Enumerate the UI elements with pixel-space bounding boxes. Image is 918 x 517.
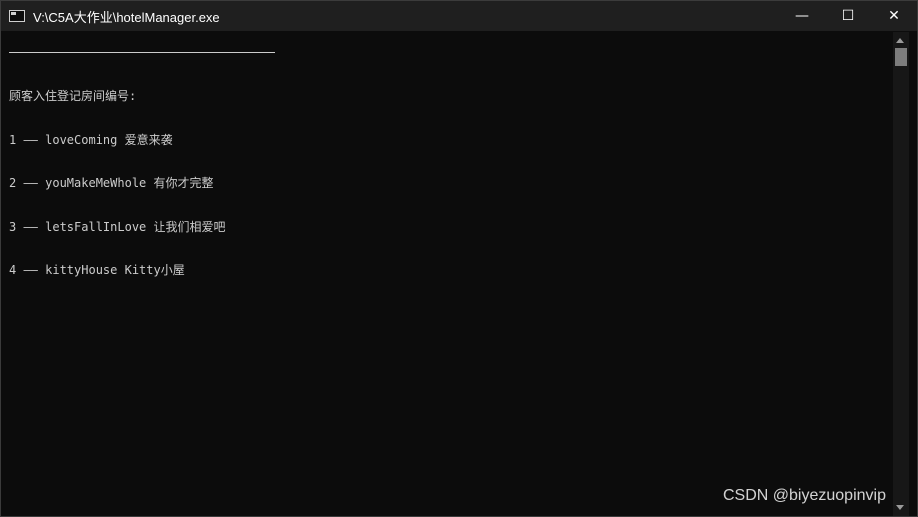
console-lines: 顾客入住登记房间编号: 1 —— loveComing 爱意来袭 2 —— yo… bbox=[9, 60, 226, 307]
maximize-button[interactable]: ☐ bbox=[825, 1, 871, 31]
console-line: 3 —— letsFallInLove 让我们相爱吧 bbox=[9, 219, 226, 234]
console-output[interactable]: 顾客入住登记房间编号: 1 —— loveComing 爱意来袭 2 —— yo… bbox=[1, 32, 893, 516]
title-bar[interactable]: V:\C5A大作业\hotelManager.exe — ☐ ✕ bbox=[1, 1, 917, 31]
window-title: V:\C5A大作业\hotelManager.exe bbox=[33, 9, 220, 25]
vertical-scrollbar[interactable] bbox=[893, 32, 909, 516]
watermark-text: CSDN @biyezuopinvip bbox=[723, 487, 886, 504]
scroll-down-icon[interactable] bbox=[896, 505, 904, 510]
console-line: 4 —— kittyHouse Kitty小屋 bbox=[9, 263, 185, 277]
console-line: 1 —— loveComing 爱意来袭 bbox=[9, 132, 173, 147]
console-line: 顾客入住登记房间编号: bbox=[9, 89, 137, 103]
window-controls: — ☐ ✕ bbox=[779, 1, 917, 31]
minimize-button[interactable]: — bbox=[779, 1, 825, 31]
close-button[interactable]: ✕ bbox=[871, 1, 917, 31]
scroll-up-icon[interactable] bbox=[896, 38, 904, 43]
console-line: 2 —— youMakeMeWhole 有你才完整 bbox=[9, 176, 214, 190]
separator-line bbox=[9, 52, 275, 53]
console-app-icon bbox=[9, 10, 25, 22]
console-window: V:\C5A大作业\hotelManager.exe — ☐ ✕ 顾客入住登记房… bbox=[0, 0, 918, 517]
scroll-thumb[interactable] bbox=[895, 48, 907, 66]
